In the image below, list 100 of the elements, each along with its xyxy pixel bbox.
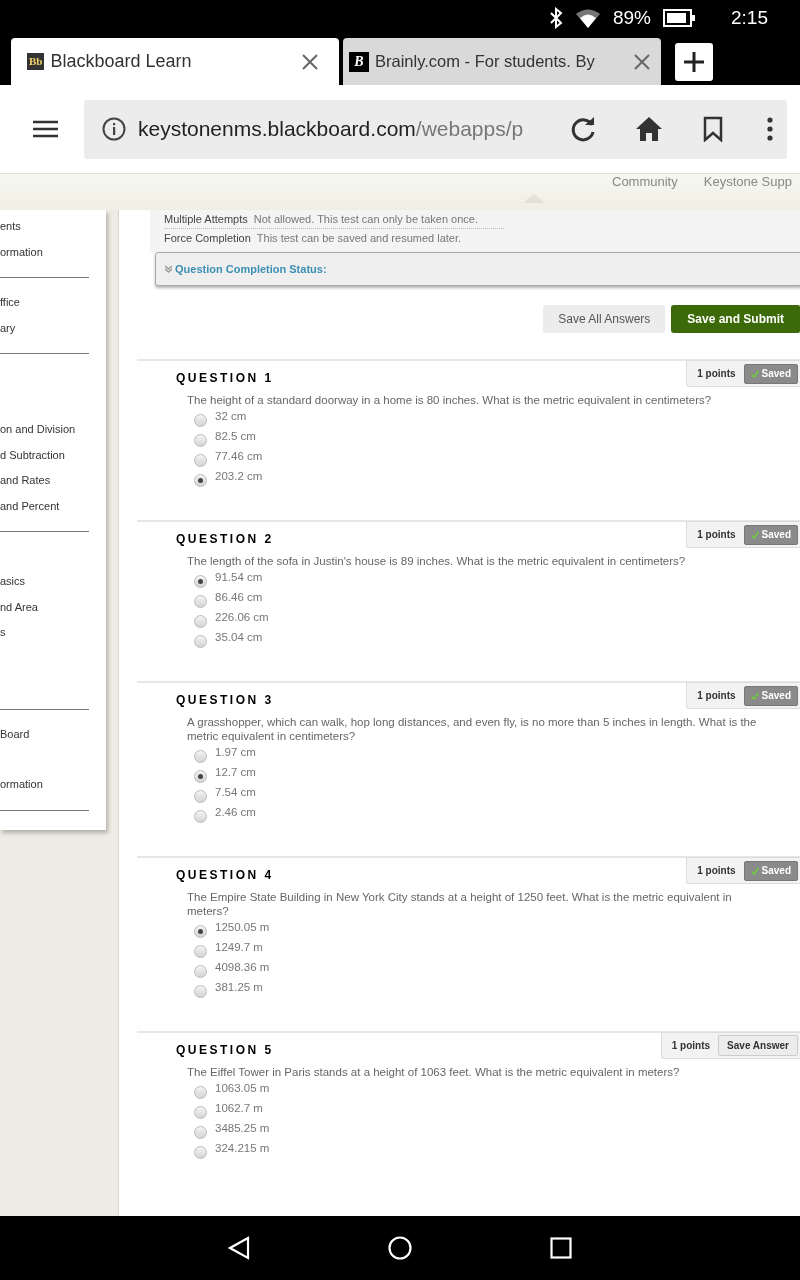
answer-option: 4098.36 m	[215, 958, 270, 977]
site-logo-icon: Bb	[27, 53, 45, 70]
new-tab-button[interactable]	[675, 42, 713, 81]
radio-button[interactable]	[194, 575, 207, 588]
recent-apps-icon[interactable]	[550, 1237, 572, 1259]
answer-option: 381.25 m	[215, 978, 263, 997]
home-icon[interactable]	[635, 116, 663, 142]
info-label: Multiple Attempts	[164, 211, 248, 227]
radio-button[interactable]	[194, 434, 207, 447]
more-options-icon[interactable]	[767, 117, 773, 141]
close-icon[interactable]	[633, 52, 651, 71]
submit-button[interactable]: Save and Submit	[671, 305, 800, 333]
points-label: 1 points	[697, 864, 736, 878]
radio-button[interactable]	[194, 945, 207, 958]
menu-link[interactable]: ary	[0, 315, 89, 341]
question-text: The Eiffel Tower in Paris stands at a height of 1063 feet. What is the metric equivalent in meters?	[187, 1065, 681, 1079]
url-domain: keystonenms.blackboard.com	[138, 116, 416, 143]
reload-icon[interactable]	[569, 115, 597, 143]
check-icon	[750, 369, 759, 378]
menu-link[interactable]: asics	[0, 569, 89, 595]
points-label: 1 points	[697, 689, 736, 703]
menu-link[interactable]: ormation	[0, 772, 89, 798]
browser-tab[interactable]: Bb Blackboard Learn	[11, 38, 339, 85]
saved-status-badge: Saved	[743, 363, 798, 384]
menu-link[interactable]: ormation	[0, 239, 89, 265]
address-bar[interactable]: keystonenms.blackboard.com/webapps/p	[84, 99, 787, 159]
wifi-icon	[575, 8, 601, 28]
radio-button[interactable]	[194, 454, 207, 467]
back-icon[interactable]	[228, 1236, 250, 1260]
radio-button[interactable]	[194, 810, 207, 823]
battery-percentage: 89%	[613, 5, 651, 30]
menu-link[interactable]: s	[0, 620, 89, 646]
radio-button[interactable]	[194, 1086, 207, 1099]
question-title: QUESTION 4	[176, 867, 274, 884]
answer-option: 2.46 cm	[215, 803, 256, 822]
expand-icon	[165, 265, 172, 273]
radio-button[interactable]	[194, 474, 207, 487]
menu-link[interactable]: and Percent	[0, 493, 89, 519]
answer-option: 324.215 m	[215, 1139, 270, 1158]
question-text: A grasshopper, which can walk, hop long distances, and even fly, is no more than 5 inches in length. What is the metric equivalent in centimeters?	[187, 715, 758, 743]
menu-link[interactable]: on and Division	[0, 417, 89, 443]
close-icon[interactable]	[301, 52, 319, 71]
check-icon	[750, 530, 759, 539]
radio-button[interactable]	[194, 985, 207, 998]
saved-status-badge: Saved	[743, 685, 798, 706]
question-text: The height of a standard doorway in a home is 80 inches. What is the metric equivalent in centimeters?	[187, 393, 713, 407]
question-text: The Empire State Building in New York City stands at a height of 1250 feet. What is the metric equivalent in meters?	[187, 890, 733, 918]
battery-icon	[663, 9, 695, 27]
menu-link[interactable]: Board	[0, 721, 89, 747]
answer-option: 1.97 cm	[215, 743, 256, 762]
bookmark-icon[interactable]	[703, 116, 723, 142]
bluetooth-icon	[549, 7, 563, 29]
radio-button[interactable]	[194, 414, 207, 427]
radio-button[interactable]	[194, 790, 207, 803]
radio-button[interactable]	[194, 925, 207, 938]
answer-option: 203.2 cm	[215, 467, 263, 486]
radio-button[interactable]	[194, 615, 207, 628]
info-icon[interactable]	[102, 117, 126, 141]
clock-time: 2:15	[731, 5, 768, 30]
radio-button[interactable]	[194, 595, 207, 608]
question-title: QUESTION 2	[176, 531, 274, 548]
save-answer-button[interactable]: Save Answer	[718, 1035, 798, 1056]
saved-status-badge: Saved	[743, 860, 798, 881]
menu-link[interactable]: ffice	[0, 290, 89, 316]
answer-option: 1249.7 m	[215, 938, 263, 957]
radio-button[interactable]	[194, 1146, 207, 1159]
plus-icon	[683, 50, 705, 73]
answer-option: 1063.05 m	[215, 1079, 270, 1098]
answer-option: 3485.25 m	[215, 1119, 270, 1138]
answer-option: 82.5 cm	[215, 427, 256, 446]
radio-button[interactable]	[194, 965, 207, 978]
menu-link[interactable]: ents	[0, 214, 89, 240]
radio-button[interactable]	[194, 770, 207, 783]
answer-option: 226.06 cm	[215, 608, 269, 627]
radio-button[interactable]	[194, 750, 207, 763]
check-icon	[750, 691, 759, 700]
tab-title: Blackboard Learn	[50, 50, 193, 73]
radio-button[interactable]	[194, 1106, 207, 1119]
answer-option: 1062.7 m	[215, 1099, 263, 1118]
site-logo-icon: B	[349, 51, 369, 72]
menu-link[interactable]: nd Area	[0, 594, 89, 620]
url-path: /webapps/p	[415, 116, 524, 143]
points-label: 1 points	[697, 367, 736, 381]
radio-button[interactable]	[194, 635, 207, 648]
info-label: Force Completion	[164, 231, 251, 247]
save-all-button[interactable]: Save All Answers	[543, 305, 666, 333]
radio-button[interactable]	[194, 1126, 207, 1139]
points-label: 1 points	[697, 528, 736, 542]
browser-tab[interactable]: B Brainly.com - For students. By	[343, 38, 661, 85]
menu-icon[interactable]	[33, 120, 58, 138]
question-title: QUESTION 5	[176, 1042, 274, 1059]
answer-option: 91.54 cm	[215, 568, 263, 587]
home-icon[interactable]	[388, 1236, 412, 1260]
answer-option: 35.04 cm	[215, 628, 263, 647]
answer-option: 7.54 cm	[215, 783, 256, 802]
menu-link[interactable]: d Subtraction	[0, 442, 89, 468]
answer-option: 77.46 cm	[215, 447, 263, 466]
menu-link[interactable]: and Rates	[0, 468, 89, 494]
answer-option: 32 cm	[215, 407, 247, 426]
check-icon	[750, 866, 759, 875]
